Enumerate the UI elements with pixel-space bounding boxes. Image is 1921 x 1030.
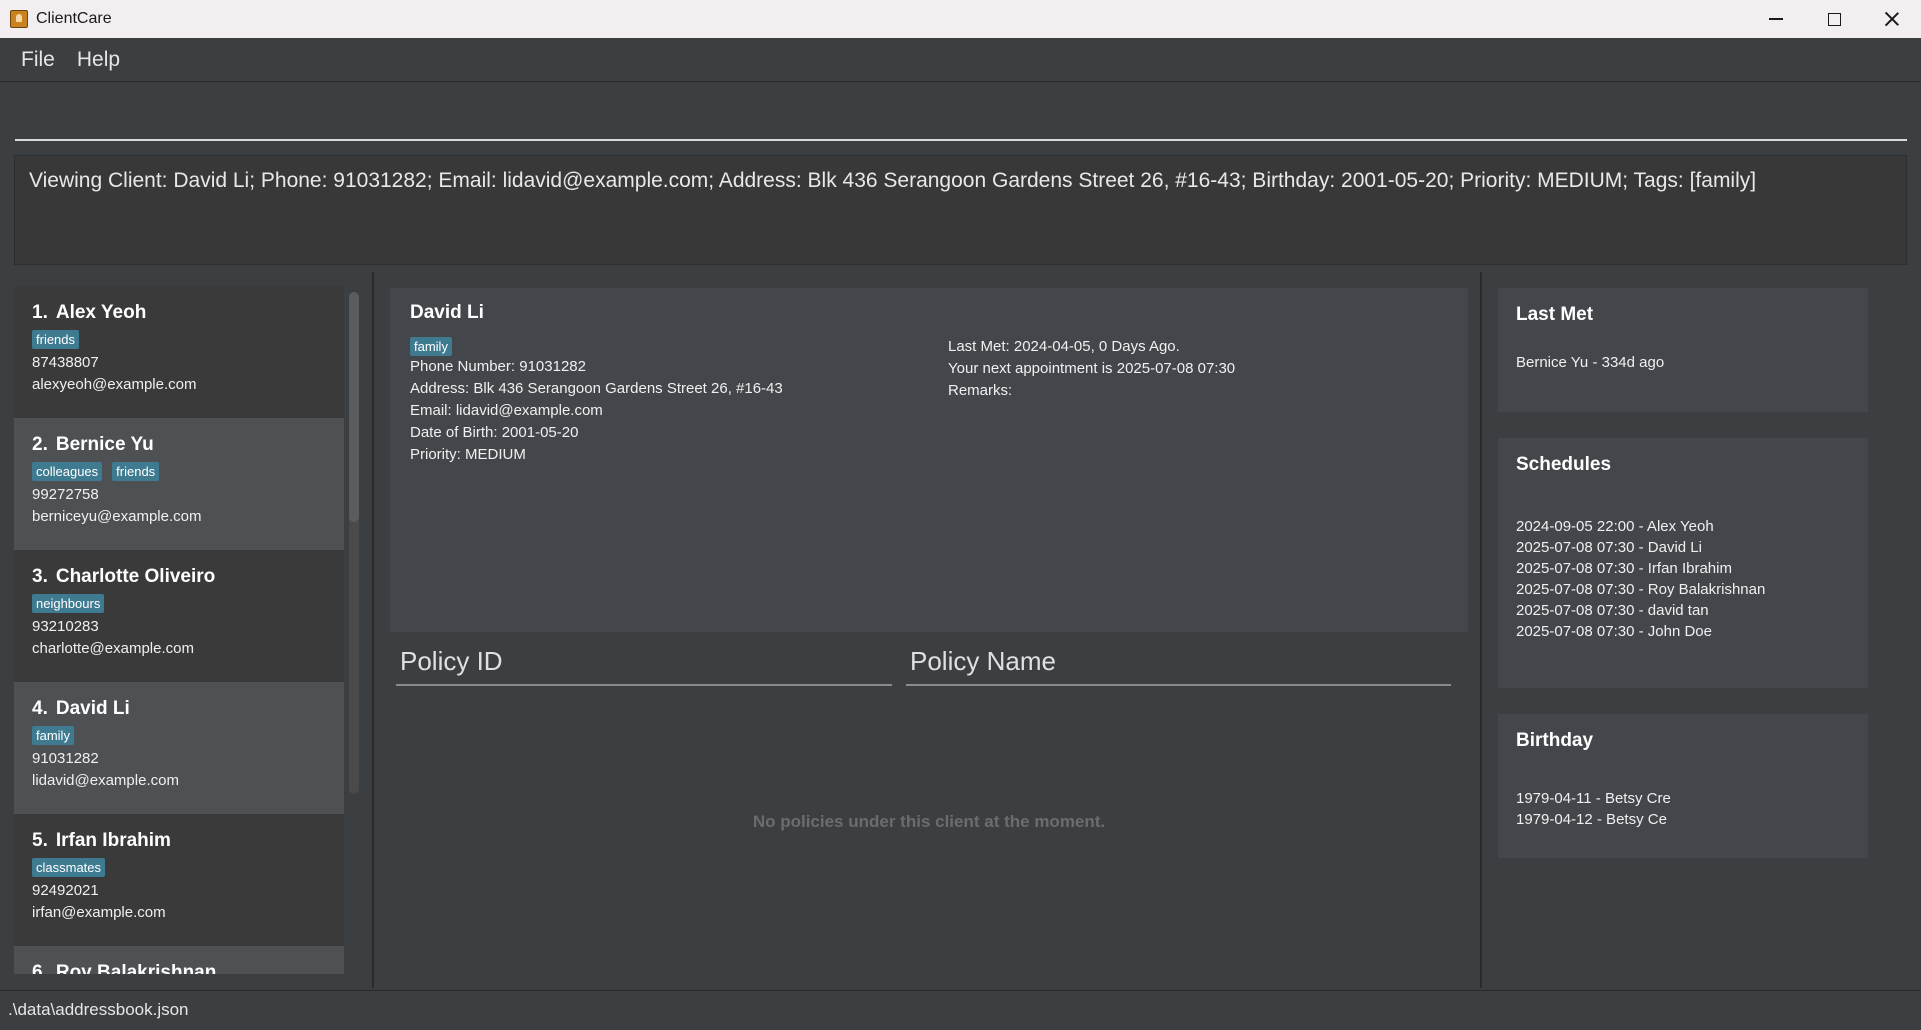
birthday-item: 1979-04-11 - Betsy Cre [1516, 790, 1671, 807]
client-tag: friends [32, 329, 80, 349]
schedule-list: 2024-09-05 22:00 - Alex Yeoh 2025-07-08 0… [1516, 516, 1850, 642]
client-card[interactable]: 2. Bernice Yu colleagues friends 99272758 ber… [14, 418, 344, 550]
window-title: ClientCare [36, 10, 112, 27]
minimize-button[interactable] [1747, 0, 1805, 38]
client-email: berniceyu@example.com [32, 508, 202, 525]
client-name: 4. David Li [32, 698, 130, 719]
policy-empty-message: No policies under this client at the mom… [752, 812, 1106, 831]
scrollbar-thumb[interactable] [349, 292, 359, 522]
client-email: charlotte@example.com [32, 640, 194, 657]
status-bar: .\data\addressbook.json [0, 990, 1921, 1030]
detail-remarks: Remarks: [948, 382, 1013, 399]
schedule-item: 2025-07-08 07:30 - David Li [1516, 539, 1702, 556]
client-tag: friends [112, 461, 160, 481]
title-bar: ClientCare [0, 0, 1921, 38]
schedule-item: 2024-09-05 22:00 - Alex Yeoh [1516, 518, 1714, 535]
client-email: irfan@example.com [32, 904, 166, 921]
result-display[interactable]: Viewing Client: David Li; Phone: 9103128… [14, 155, 1907, 265]
schedules-title: Schedules [1516, 454, 1612, 475]
detail-address: Address: Blk 436 Serangoon Gardens Stree… [410, 380, 783, 397]
client-phone: 91031282 [32, 750, 99, 767]
detail-tag: family [410, 336, 452, 356]
close-button[interactable] [1863, 0, 1921, 38]
client-card[interactable]: 6. Roy Balakrishnan [14, 946, 344, 974]
client-email: lidavid@example.com [32, 772, 179, 789]
maximize-button[interactable] [1805, 0, 1863, 38]
client-phone: 93210283 [32, 618, 99, 635]
client-list-panel: 1. Alex Yeoh friends 87438807 alexyeoh@examp… [0, 272, 374, 988]
client-tags: family [32, 724, 326, 746]
side-panel: Last Met Bernice Yu - 334d ago Schedules… [1484, 272, 1921, 988]
menu-bar: File Help [0, 38, 1921, 82]
schedule-item: 2025-07-08 07:30 - John Doe [1516, 623, 1712, 640]
client-index: 4. [32, 698, 48, 719]
policy-table-header: Policy ID Policy Name [396, 640, 1456, 692]
client-index: 2. [32, 434, 48, 455]
schedules-card: Schedules 2024-09-05 22:00 - Alex Yeoh 20… [1498, 438, 1868, 688]
command-box [0, 83, 1921, 151]
schedule-item: 2025-07-08 07:30 - Roy Balakrishnan [1516, 581, 1766, 598]
last-met-item: Bernice Yu - 334d ago [1516, 354, 1665, 371]
client-index: 5. [32, 830, 48, 851]
client-name: 3. Charlotte Oliveiro [32, 566, 216, 587]
detail-dob: Date of Birth: 2001-05-20 [410, 424, 579, 441]
menu-file[interactable]: File [10, 48, 66, 72]
birthday-list: 1979-04-11 - Betsy Cre 1979-04-12 - Betsy… [1516, 788, 1850, 830]
birthday-item: 1979-04-12 - Betsy Ce [1516, 811, 1667, 828]
client-card[interactable]: 5. Irfan Ibrahim classmates 92492021 irfan@e… [14, 814, 344, 946]
detail-last-met: Last Met: 2024-04-05, 0 Days Ago. [948, 338, 1180, 355]
client-tag: colleagues [32, 461, 103, 481]
client-index: 1. [32, 302, 48, 323]
maximize-icon [1827, 12, 1841, 26]
client-card[interactable]: 4. David Li family 91031282 lidavid@example.… [14, 682, 344, 814]
client-tags: classmates [32, 856, 326, 878]
window-controls [1747, 0, 1921, 38]
status-file-path: .\data\addressbook.json [8, 1000, 189, 1019]
birthday-title: Birthday [1516, 730, 1594, 751]
client-tag: classmates [32, 857, 106, 877]
client-name: 1. Alex Yeoh [32, 302, 147, 323]
client-email: alexyeoh@example.com [32, 376, 197, 393]
client-tags: colleagues friends [32, 460, 326, 482]
client-tag: family [32, 725, 74, 745]
client-name: 2. Bernice Yu [32, 434, 154, 455]
client-index: 6. [32, 962, 48, 974]
command-input[interactable] [15, 93, 1907, 141]
client-detail-card: David Li family Phone Number: 91031282 A… [390, 288, 1468, 632]
detail-email: Email: lidavid@example.com [410, 402, 603, 419]
client-detail-panel: David Li family Phone Number: 91031282 A… [376, 272, 1482, 988]
client-tag: neighbours [32, 593, 105, 613]
client-card[interactable]: 1. Alex Yeoh friends 87438807 alexyeoh@examp… [14, 286, 344, 418]
client-index: 3. [32, 566, 48, 587]
schedule-item: 2025-07-08 07:30 - david tan [1516, 602, 1709, 619]
client-phone: 99272758 [32, 486, 99, 503]
policy-id-column[interactable]: Policy ID [396, 640, 892, 686]
result-text: Viewing Client: David Li; Phone: 9103128… [29, 169, 1757, 192]
client-name: 5. Irfan Ibrahim [32, 830, 171, 851]
client-list-scrollbar[interactable] [349, 292, 359, 794]
policy-name-column[interactable]: Policy Name [906, 640, 1451, 686]
client-phone: 87438807 [32, 354, 99, 371]
client-tags: friends [32, 328, 326, 350]
detail-phone: Phone Number: 91031282 [410, 358, 586, 375]
detail-next-appointment: Your next appointment is 2025-07-08 07:3… [948, 360, 1236, 377]
app-icon [10, 10, 28, 28]
birthday-card: Birthday 1979-04-11 - Betsy Cre 1979-04-1… [1498, 714, 1868, 858]
detail-client-name: David Li [410, 302, 484, 323]
client-card[interactable]: 3. Charlotte Oliveiro neighbours 93210283 ch… [14, 550, 344, 682]
client-phone: 92492021 [32, 882, 99, 899]
detail-priority: Priority: MEDIUM [410, 446, 526, 463]
client-list[interactable]: 1. Alex Yeoh friends 87438807 alexyeoh@examp… [14, 286, 344, 974]
schedule-item: 2025-07-08 07:30 - Irfan Ibrahim [1516, 560, 1732, 577]
last-met-card: Last Met Bernice Yu - 334d ago [1498, 288, 1868, 412]
client-tags: neighbours [32, 592, 326, 614]
minimize-icon [1769, 18, 1783, 20]
client-name: 6. Roy Balakrishnan [32, 962, 326, 974]
menu-help[interactable]: Help [66, 48, 131, 72]
close-icon [1884, 11, 1900, 27]
last-met-title: Last Met [1516, 304, 1594, 325]
